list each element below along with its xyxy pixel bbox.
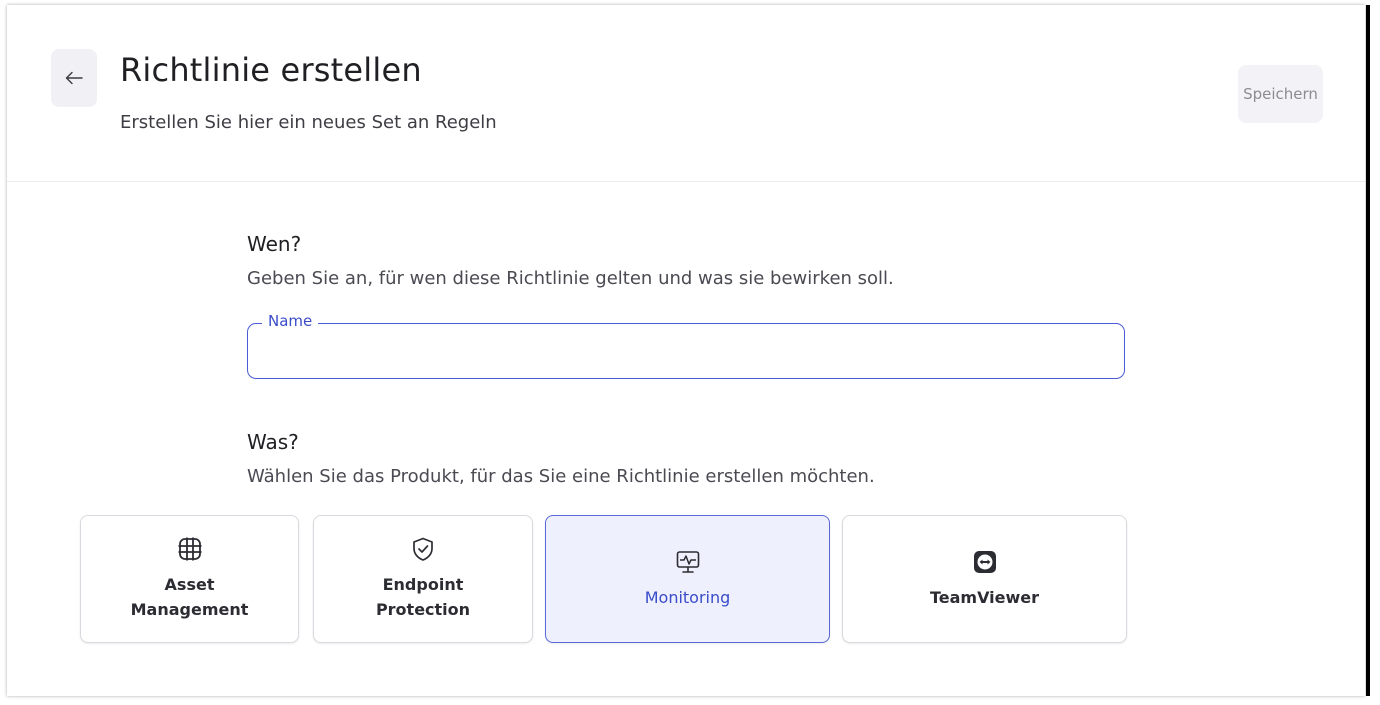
product-card-label: Endpoint Protection (375, 575, 471, 619)
monitor-pulse-icon (675, 549, 701, 575)
page-header: Richtlinie erstellen Erstellen Sie hier … (7, 5, 1365, 182)
product-card-label: Asset Management (130, 575, 249, 619)
what-description: Wählen Sie das Produkt, für das Sie eine… (247, 466, 875, 487)
product-card-monitoring[interactable]: Monitoring (545, 515, 830, 643)
page-title: Richtlinie erstellen (120, 51, 422, 89)
name-field[interactable]: Name (247, 312, 1125, 379)
product-card-label: Monitoring (644, 587, 731, 607)
product-card-endpoint-protection[interactable]: Endpoint Protection (313, 515, 533, 643)
page-subtitle: Erstellen Sie hier ein neues Set an Rege… (120, 112, 497, 133)
save-button[interactable]: Speichern (1238, 65, 1323, 123)
product-card-teamviewer[interactable]: TeamViewer (842, 515, 1127, 643)
policy-editor-window: Richtlinie erstellen Erstellen Sie hier … (7, 5, 1365, 696)
back-button[interactable] (51, 49, 97, 107)
shield-check-icon (410, 536, 436, 562)
product-card-asset-management[interactable]: Asset Management (80, 515, 299, 643)
who-description: Geben Sie an, für wen diese Richtlinie g… (247, 268, 894, 289)
who-heading: Wen? (247, 232, 302, 256)
screen: Richtlinie erstellen Erstellen Sie hier … (0, 0, 1380, 705)
name-field-label: Name (262, 312, 319, 330)
teamviewer-icon (972, 549, 998, 575)
asset-grid-icon (177, 536, 203, 562)
window-edge (1366, 5, 1370, 696)
arrow-left-icon (65, 71, 83, 85)
what-heading: Was? (247, 430, 299, 454)
product-card-label: TeamViewer (929, 587, 1040, 607)
name-input[interactable] (260, 334, 1114, 370)
